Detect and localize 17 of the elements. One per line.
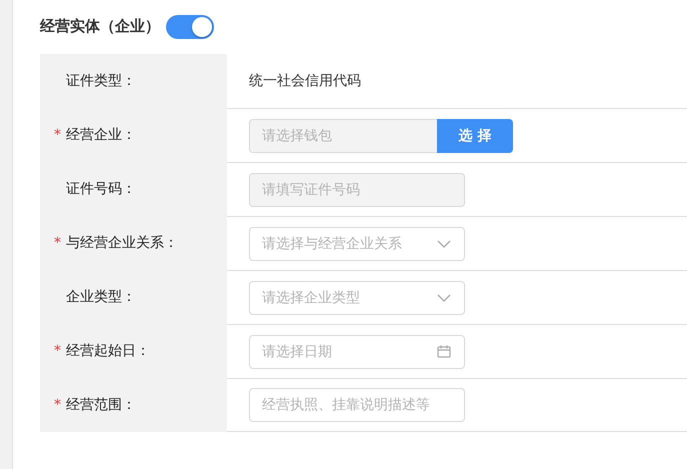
toggle-switch[interactable] <box>166 14 214 38</box>
section-title: 经营实体（企业） <box>40 17 160 36</box>
field-label: * 经营起始日： <box>54 342 150 360</box>
calendar-icon <box>437 345 451 358</box>
select-field[interactable]: 请选择与经营企业关系 <box>249 226 465 260</box>
field-label: * 与经营企业关系： <box>54 234 178 252</box>
chevron-down-icon <box>437 294 451 302</box>
field-label: * 经营范围： <box>54 396 136 414</box>
select-field[interactable]: 请选择企业类型 <box>249 280 465 314</box>
input-field[interactable]: 经营执照、挂靠说明描述等 <box>249 388 465 422</box>
field-label: 证件类型： <box>65 72 136 90</box>
field-label: * 经营企业： <box>54 126 136 144</box>
field-value: 统一社会信用代码 <box>249 72 361 90</box>
field-label: 证件号码： <box>65 180 136 198</box>
field-label: 企业类型： <box>65 288 136 306</box>
date-field[interactable]: 请选择日期 <box>249 334 465 368</box>
chevron-down-icon <box>437 240 451 248</box>
